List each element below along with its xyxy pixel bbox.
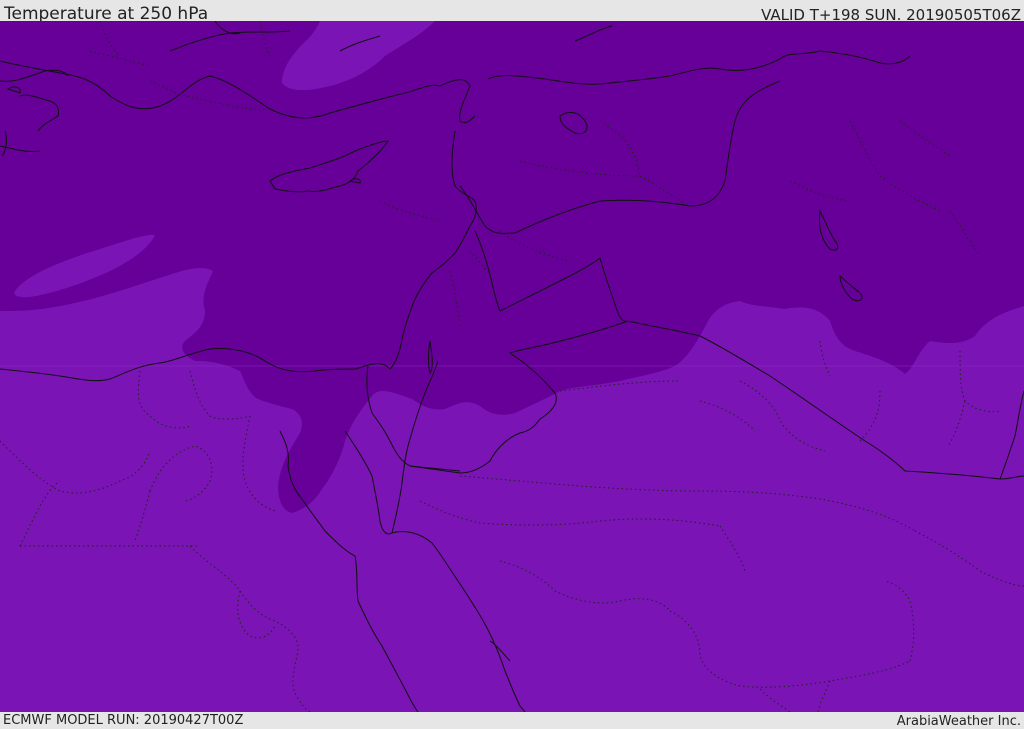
map-canvas xyxy=(0,21,1024,712)
map-svg xyxy=(0,21,1024,712)
header-bar: Temperature at 250 hPa VALID T+198 SUN. … xyxy=(0,0,1024,24)
footer-bar: ECMWF MODEL RUN: 20190427T00Z ArabiaWeat… xyxy=(0,712,1024,729)
weather-map-frame: Temperature at 250 hPa VALID T+198 SUN. … xyxy=(0,0,1024,729)
model-run-label: ECMWF MODEL RUN: 20190427T00Z xyxy=(3,713,244,728)
credit-label: ArabiaWeather Inc. xyxy=(896,714,1021,729)
